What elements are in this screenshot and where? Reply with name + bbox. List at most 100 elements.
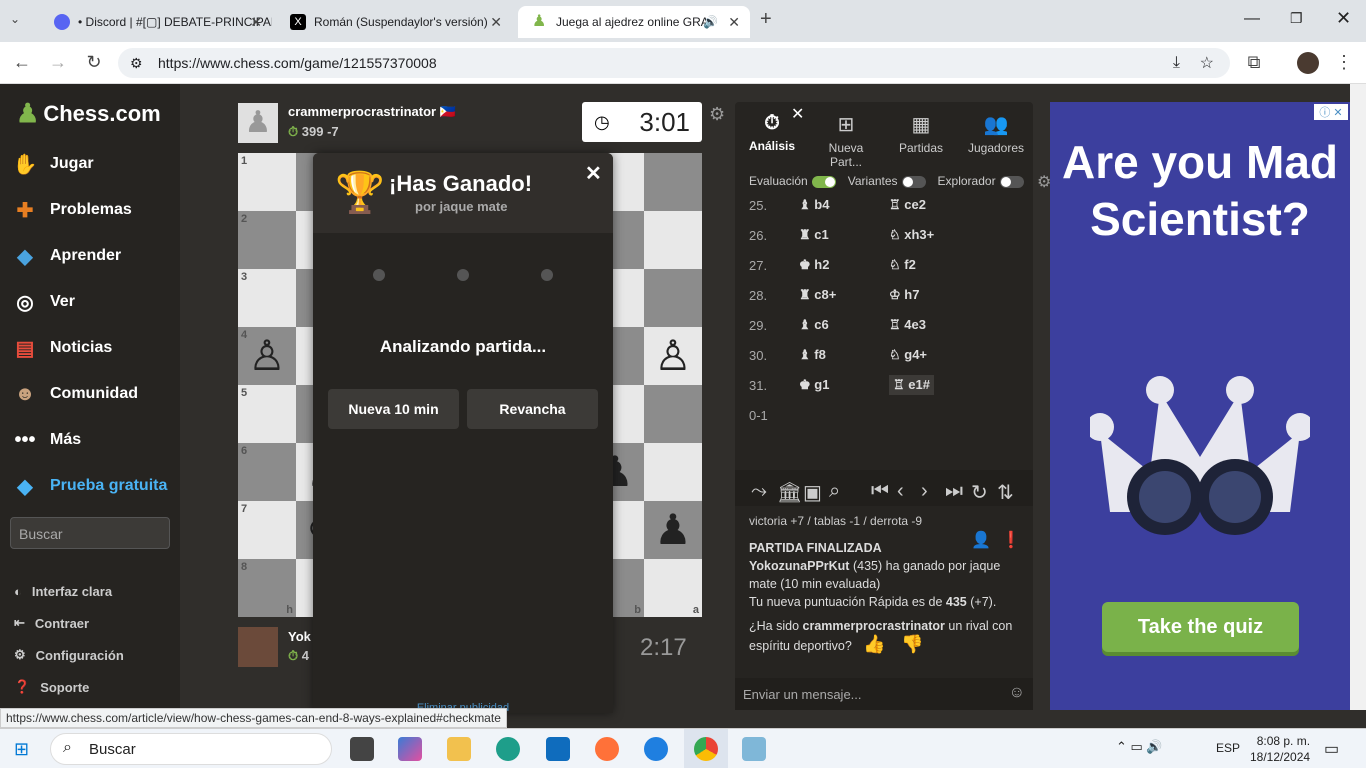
windows-start-icon[interactable]: ⊞ <box>14 739 29 760</box>
board-square[interactable]: ♙ <box>644 327 702 385</box>
board-square[interactable] <box>644 153 702 211</box>
tab-games[interactable]: ▦ Partidas <box>886 112 956 155</box>
board-square[interactable]: 6 <box>238 443 296 501</box>
close-icon[interactable]: ✕ <box>585 161 602 186</box>
close-window-button[interactable]: ✕ <box>1336 8 1351 29</box>
top-player-name[interactable]: crammerprocrastrinator 🇵🇭 <box>288 104 456 120</box>
first-move-icon[interactable]: ⏮ <box>871 480 889 503</box>
next-move-icon[interactable]: › <box>921 480 928 503</box>
close-tab-icon[interactable]: ✕ <box>250 14 262 31</box>
tab-players[interactable]: 👥 Jugadores <box>961 112 1031 155</box>
notification-icon[interactable]: ▭ <box>1324 739 1339 759</box>
sidebar-item-problemas[interactable]: ✚ Problemas <box>12 190 132 230</box>
file-explorer-icon[interactable] <box>447 737 471 761</box>
copilot-icon[interactable] <box>398 737 422 761</box>
toggle-explorer[interactable]: Explorador <box>938 174 1024 188</box>
last-move-icon[interactable]: ⏭ <box>945 480 963 503</box>
taskbar-search[interactable]: ⌕ Buscar <box>50 733 332 765</box>
tab-analysis[interactable]: ⏱ Análisis <box>737 112 807 153</box>
search-input[interactable]: Buscar <box>10 517 170 549</box>
forward-icon[interactable]: → <box>46 52 70 73</box>
board-square[interactable] <box>644 269 702 327</box>
reload-icon[interactable]: ↻ <box>82 52 106 73</box>
rematch-button[interactable]: Revancha <box>467 389 598 429</box>
board-square[interactable]: 1 <box>238 153 296 211</box>
thumbs-down-icon[interactable]: 👎 <box>901 634 923 654</box>
close-tab-icon[interactable]: ✕ <box>490 14 502 31</box>
restore-button[interactable]: ❐ <box>1290 10 1303 27</box>
black-move[interactable]: ♘ xh3+ <box>889 227 989 243</box>
chat-input[interactable]: Enviar un mensaje... ☺ <box>735 678 1033 710</box>
chess-logo[interactable]: ♟ Chess.com <box>16 98 161 129</box>
emoji-icon[interactable]: ☺ <box>1009 684 1025 702</box>
white-move[interactable]: ♜ c1 <box>789 227 889 243</box>
toggle-evaluation[interactable]: Evaluación <box>749 174 836 188</box>
chess-piece-icon[interactable]: ♙ <box>238 327 296 385</box>
edge-icon[interactable] <box>496 737 520 761</box>
black-move[interactable]: ♔ h7 <box>889 287 989 303</box>
tab-x[interactable]: X Román (Suspendaylor's versión) ✕ <box>276 6 512 38</box>
white-move[interactable]: ♚ h2 <box>789 257 889 273</box>
new-tab-button[interactable]: + <box>760 8 772 31</box>
board-settings-icon[interactable]: ⚙ <box>709 104 725 125</box>
firefox-icon[interactable] <box>595 737 619 761</box>
url-input[interactable]: ⚙ https://www.chess.com/game/12155737000… <box>118 48 1230 78</box>
new-game-button[interactable]: Nueva 10 min <box>328 389 459 429</box>
bottom-player-name[interactable]: Yok <box>288 629 311 644</box>
sidebar-item-noticias[interactable]: ▤ Noticias <box>12 328 113 368</box>
task-view-icon[interactable] <box>350 737 374 761</box>
prev-move-icon[interactable]: ‹ <box>897 480 904 503</box>
board-square[interactable]: 5 <box>238 385 296 443</box>
sidebar-item-comunidad[interactable]: ☻ Comunidad <box>12 374 138 414</box>
tab-search-button[interactable]: ⌄ <box>10 12 20 26</box>
replay-icon[interactable]: ↻ <box>971 480 988 505</box>
site-info-icon[interactable]: ⚙ <box>130 55 143 72</box>
analyze-icon[interactable]: ⌕ <box>829 480 840 503</box>
sidebar-item-light-ui[interactable]: ◐ Interfaz clara <box>14 579 112 603</box>
board-square[interactable]: ♟ <box>644 501 702 559</box>
board-square[interactable]: 7 <box>238 501 296 559</box>
chess-piece-icon[interactable]: ♙ <box>644 327 702 385</box>
black-move[interactable]: ♘ f2 <box>889 257 989 273</box>
white-move[interactable]: ♝ b4 <box>789 197 889 213</box>
app-icon[interactable] <box>742 737 766 761</box>
top-player-avatar[interactable]: ♟ <box>238 103 278 143</box>
toggle-variants[interactable]: Variantes <box>848 174 926 188</box>
flip-icon[interactable]: ⇅ <box>997 480 1014 505</box>
profile-avatar[interactable] <box>1297 52 1319 74</box>
sidebar-item-mas[interactable]: ••• Más <box>12 420 81 460</box>
board-square[interactable]: 3 <box>238 269 296 327</box>
language-indicator[interactable]: ESP <box>1216 741 1240 755</box>
tab-discord[interactable]: • Discord | #[▢] DEBATE-PRINCIPAL ✕ <box>40 6 272 38</box>
white-move[interactable]: ♝ c6 <box>789 317 889 333</box>
ad-close-icon[interactable]: ⓘ ✕ <box>1314 104 1348 120</box>
install-icon[interactable]: ⤓ <box>1173 54 1180 72</box>
page-scrollbar[interactable] <box>1350 84 1366 710</box>
image-icon[interactable]: ▣ <box>803 480 822 505</box>
sidebar-item-support[interactable]: ❓ Soporte <box>14 675 89 699</box>
black-move[interactable]: ♖ ce2 <box>889 197 989 213</box>
mail-icon[interactable] <box>546 737 570 761</box>
board-square[interactable] <box>644 385 702 443</box>
close-tab-icon[interactable]: ✕ <box>728 14 740 31</box>
thunderbird-icon[interactable] <box>644 737 668 761</box>
white-move[interactable]: ♚ g1 <box>789 377 889 393</box>
chess-piece-icon[interactable]: ♟ <box>644 501 702 559</box>
bottom-player-avatar[interactable] <box>238 627 278 667</box>
tab-chess[interactable]: ♟ Juega al ajedrez online GRATIS 🔊 ✕ <box>518 6 750 38</box>
sidebar-item-settings[interactable]: ⚙ Configuración <box>14 643 124 667</box>
sidebar-item-aprender[interactable]: ◆ Aprender <box>12 236 121 276</box>
sidebar-item-jugar[interactable]: ✋ Jugar <box>12 144 94 184</box>
board-square[interactable] <box>644 443 702 501</box>
menu-icon[interactable]: ⋮ <box>1332 52 1356 73</box>
advertisement[interactable]: Are you Mad Scientist? Take the quiz ⓘ ✕ <box>1050 102 1350 710</box>
ad-quiz-button[interactable]: Take the quiz <box>1102 602 1299 652</box>
black-move[interactable]: ♘ g4+ <box>889 347 989 363</box>
back-icon[interactable]: ← <box>10 52 34 73</box>
board-square[interactable]: 8h <box>238 559 296 617</box>
minimize-button[interactable]: — <box>1244 10 1260 28</box>
bookmark-star-icon[interactable]: ☆ <box>1200 53 1214 73</box>
board-square[interactable]: a <box>644 559 702 617</box>
clock[interactable]: 8:08 p. m. 18/12/2024 <box>1250 733 1310 765</box>
white-move[interactable]: ♝ f8 <box>789 347 889 363</box>
